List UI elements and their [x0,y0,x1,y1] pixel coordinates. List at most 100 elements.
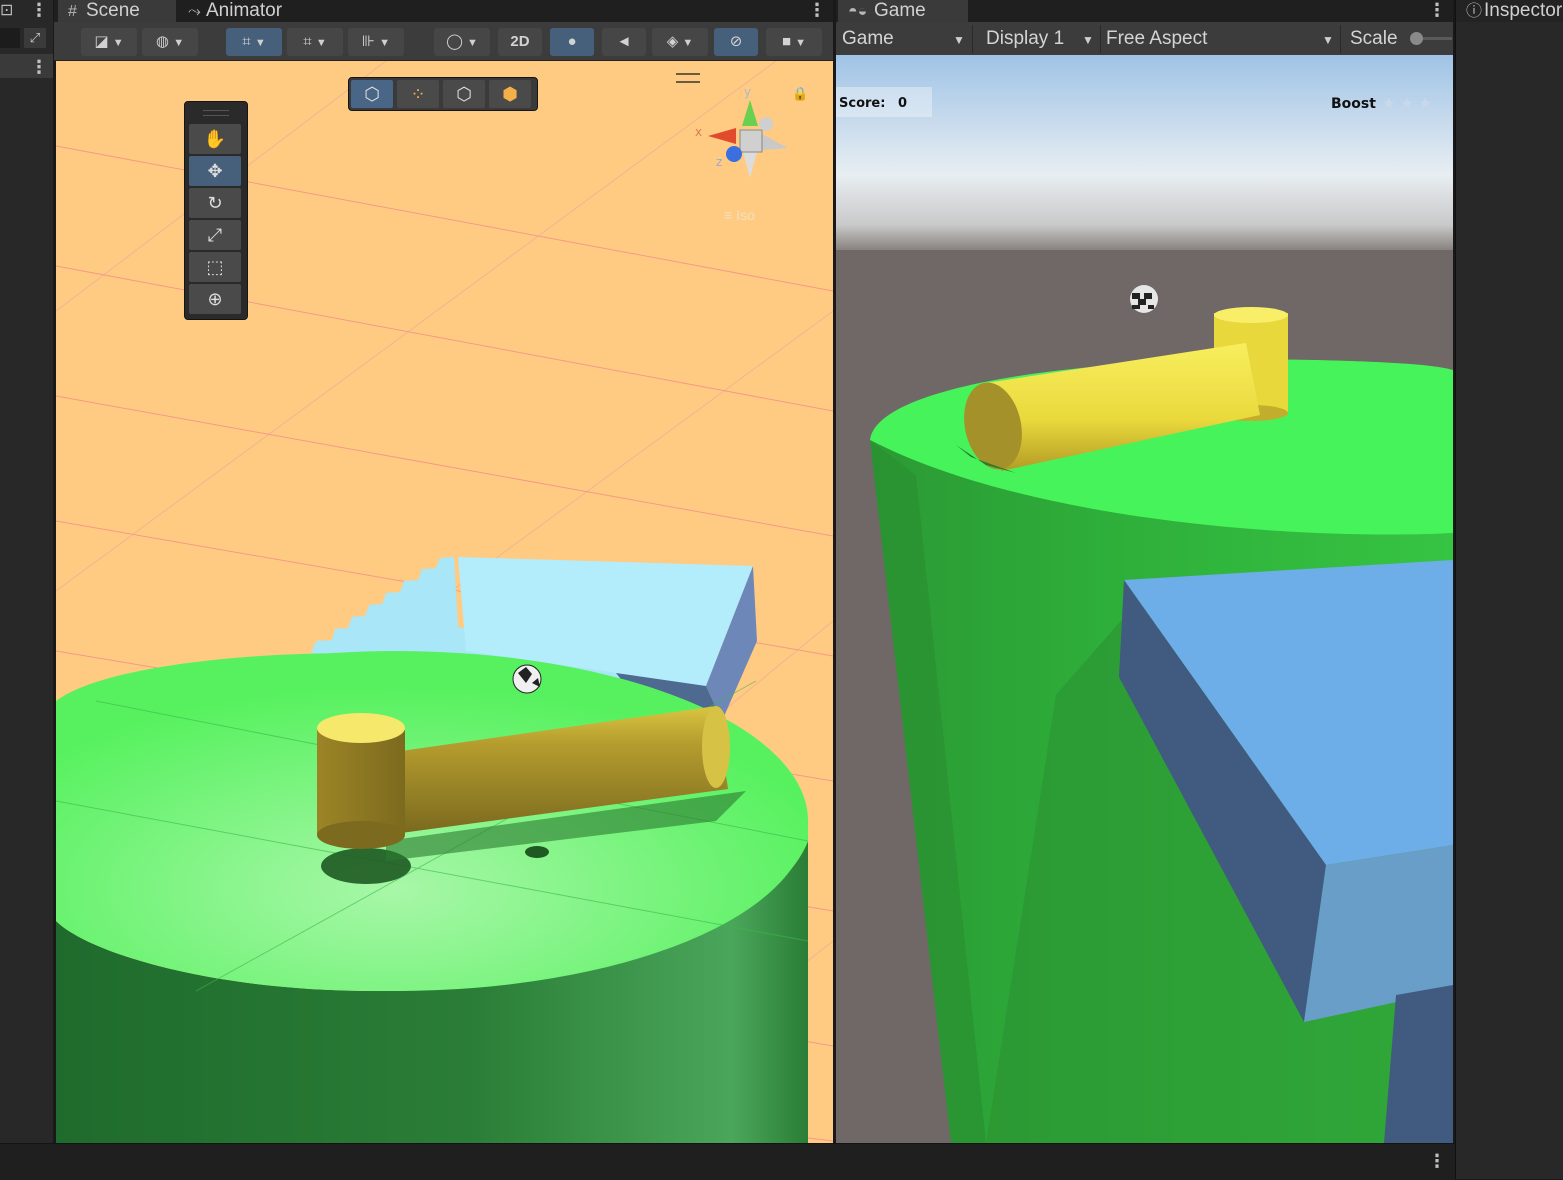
palette-handle-icon[interactable] [203,110,229,116]
tab-inspector[interactable]: ⓘ Inspector [1456,0,1563,22]
draw-mode-icon: ◪ [94,33,109,50]
boost-label: Boost [1331,96,1376,112]
speaker-mute-icon: ◄ [616,33,632,50]
chevron-down-icon: ▼ [112,37,124,49]
snap-button[interactable]: ⌗ ▼ [287,28,343,56]
shading-mode-button[interactable]: ◯ ▼ [434,28,490,56]
hidden-objects-button[interactable]: ⊘ [714,28,758,56]
boost-stars: ★ ★ ★ [1382,94,1432,112]
transform-icon: ⊕ [207,289,223,309]
aspect-dropdown[interactable]: Free Aspect [1100,22,1342,55]
globe-icon: ◍ [155,33,170,50]
scale-tool-button[interactable]: ⤢ [189,220,241,250]
effects-button[interactable]: ◈ ▼ [652,28,708,56]
move-arrows-icon: ✥ [207,161,223,181]
chevron-down-icon: ▼ [173,37,185,49]
cube-wire-button[interactable]: ⬡ [351,80,393,108]
ball-shadow [525,846,549,858]
transform-tool-button[interactable]: ⊕ [189,284,241,314]
mode-2d-button[interactable]: 2D [498,28,542,56]
info-icon: ⓘ [1466,3,1483,20]
gizmo-lock-icon[interactable]: 🔒 [792,86,808,102]
bottom-kebab-icon[interactable]: ⋮ [1428,1152,1446,1170]
chevron-down-icon: ▼ [795,37,807,49]
toolbar-separator [972,25,973,53]
layers-icon: ◈ [666,33,679,50]
audio-button[interactable]: ◄ [602,28,646,56]
sphere-icon: ◯ [446,33,463,50]
left-kebab-icon[interactable]: ⋮ [30,1,48,19]
camera-icon: ■ [781,33,791,50]
inspector-panel: ⓘ Inspector [1455,0,1563,1179]
scene-kebab-icon[interactable]: ⋮ [808,1,826,19]
hand-icon: ✋ [203,129,227,149]
cube-wire-icon: ⬡ [364,84,380,104]
gizmo-y-label: y [744,85,752,99]
eye-hidden-icon: ⊘ [729,33,743,50]
cube-face-icon: ⬢ [502,84,518,104]
chevron-down-icon: ▼ [1082,33,1094,47]
overlay-handle-icon[interactable] [676,73,700,83]
grid-toggle-button[interactable]: ⌗ ▼ [226,28,282,56]
expand-icon[interactable]: ⤢ [24,28,46,48]
rotate-tool-button[interactable]: ↻ [189,188,241,218]
component-tools-overlay: ⬡ ⁘ ⬡ ⬢ [348,77,538,111]
gizmo-z-label: z [716,155,723,169]
score-value: 0 [898,96,908,111]
scale-label: Scale [1350,28,1398,49]
sky [836,55,1453,255]
projection-label[interactable]: ≡ Iso [724,207,755,223]
toolbar-separator [1340,25,1341,53]
rect-tool-button[interactable]: ⬚ [189,252,241,282]
chevron-down-icon: ▼ [467,37,478,49]
cube-outline-button[interactable]: ⬡ [443,80,485,108]
game-tab-bar: ◓◒ Game ⋮ [836,0,1453,22]
game-ball-object [1130,285,1158,313]
cube-outline-icon: ⬡ [456,84,472,104]
grid-hash-icon: # [68,3,77,20]
gamepad-icon: ◓◒ [848,3,868,20]
scene-tab-bar: # Scene ⤳ Animator ⋮ [54,0,834,22]
left-search-field[interactable] [0,28,20,48]
rotate-icon: ↻ [207,193,223,213]
menu-lines-icon: ≡ [724,207,733,223]
orientation-gizmo[interactable] [690,78,800,228]
game-viewport[interactable]: Score: 0 Boost ★ ★ ★ [836,55,1453,1143]
cube-face-button[interactable]: ⬢ [489,80,531,108]
tab-scene[interactable]: # Scene [58,0,176,22]
scene-toolbar: ◪ ▼ ◍ ▼ ⌗ ▼ ⌗ ▼ ⊪ ▼ ◯ ▼ 2D ● ◄ ◈ ▼ ⊘ ■ ▼ [54,22,834,61]
game-kebab-icon[interactable]: ⋮ [1428,1,1446,19]
rect-points-button[interactable]: ⁘ [397,80,439,108]
tab-game[interactable]: ◓◒ Game [838,0,968,22]
snap-icon: ⌗ [303,33,312,50]
chevron-down-icon: ▼ [682,37,694,49]
lighting-button[interactable]: ● [550,28,594,56]
ball-object [512,664,542,694]
move-tool-button[interactable]: ✥ [189,156,241,186]
ruler-icon: ⊪ [361,33,375,50]
scale-slider-handle[interactable] [1410,32,1423,45]
draw-mode-button[interactable]: ◪ ▼ [81,28,137,56]
rect-transform-icon: ⬚ [206,257,224,277]
tool-palette: ✋ ✥ ↻ ⤢ ⬚ ⊕ [184,101,248,320]
scale-icon: ⤢ [207,225,223,245]
gizmo-x-label: x [695,125,703,139]
game-render [836,55,1453,1143]
score-label: Score: [839,96,886,111]
chevron-down-icon: ▼ [315,37,327,49]
chevron-down-icon: ▼ [254,37,266,49]
left-row-kebab-icon[interactable]: ⋮ [30,58,48,76]
tab-animator[interactable]: ⤳ Animator [178,0,338,22]
rect-points-icon: ⁘ [410,84,426,104]
increment-snap-button[interactable]: ⊪ ▼ [348,28,404,56]
animator-icon: ⤳ [188,3,201,20]
global-button[interactable]: ◍ ▼ [142,28,198,56]
left-panel-strip: ⊡ ⋮ ⤢ ⋮ [0,0,54,1143]
hand-tool-button[interactable]: ✋ [189,124,241,154]
lock-icon[interactable]: ⊡ [0,0,14,20]
chevron-down-icon: ▼ [1322,33,1334,47]
camera-button[interactable]: ■ ▼ [766,28,822,56]
bottom-panel-bar: ⋮ [0,1143,1455,1180]
grid-icon: ⌗ [242,33,251,50]
chevron-down-icon: ▼ [379,37,391,49]
